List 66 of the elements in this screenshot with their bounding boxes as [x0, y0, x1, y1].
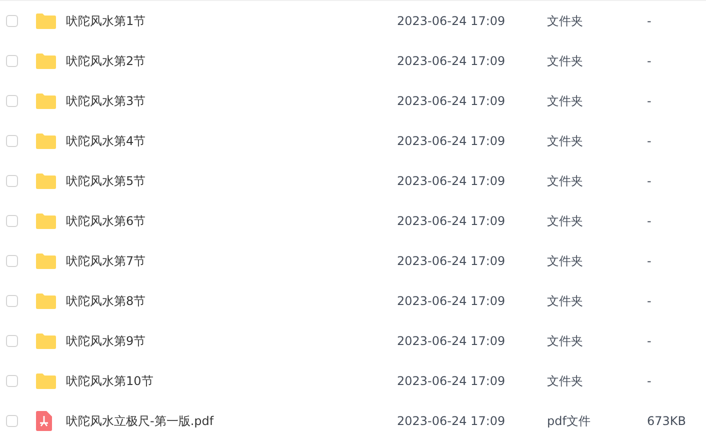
modified-time: 2023-06-24 17:09 [397, 294, 506, 308]
modified-time: 2023-06-24 17:09 [397, 54, 506, 68]
file-type: 文件夹 [547, 372, 583, 390]
folder-icon [36, 333, 56, 349]
file-name[interactable]: 吠陀风水第10节 [66, 372, 154, 390]
checkbox[interactable] [6, 175, 18, 187]
modified-time: 2023-06-24 17:09 [397, 134, 506, 148]
modified-time: 2023-06-24 17:09 [397, 174, 506, 188]
file-name[interactable]: 吠陀风水第8节 [66, 292, 146, 310]
modified-time: 2023-06-24 17:09 [397, 214, 506, 228]
checkbox[interactable] [6, 15, 18, 27]
file-type: pdf文件 [547, 412, 590, 430]
folder-icon [36, 53, 56, 69]
file-size: - [647, 94, 652, 108]
folder-icon [36, 13, 56, 29]
modified-time: 2023-06-24 17:09 [397, 94, 506, 108]
file-name[interactable]: 吠陀风水第1节 [66, 12, 146, 30]
file-size: - [647, 134, 652, 148]
checkbox[interactable] [6, 415, 18, 427]
folder-icon [36, 253, 56, 269]
file-name[interactable]: 吠陀风水立极尺-第一版.pdf [66, 412, 214, 430]
folder-icon [36, 293, 56, 309]
checkbox[interactable] [6, 255, 18, 267]
file-size: - [647, 174, 652, 188]
modified-time: 2023-06-24 17:09 [397, 414, 506, 428]
file-size: 673KB [647, 414, 686, 428]
folder-icon [36, 213, 56, 229]
checkbox[interactable] [6, 55, 18, 67]
file-name[interactable]: 吠陀风水第6节 [66, 212, 146, 230]
file-size: - [647, 214, 652, 228]
folder-icon [36, 133, 56, 149]
file-size: - [647, 374, 652, 388]
checkbox[interactable] [6, 215, 18, 227]
checkbox[interactable] [6, 95, 18, 107]
file-name[interactable]: 吠陀风水第3节 [66, 92, 146, 110]
folder-icon [36, 373, 56, 389]
folder-icon [36, 173, 56, 189]
file-type: 文件夹 [547, 292, 583, 310]
pdf-icon [36, 411, 52, 431]
file-type: 文件夹 [547, 12, 583, 30]
file-size: - [647, 14, 652, 28]
file-size: - [647, 254, 652, 268]
file-size: - [647, 54, 652, 68]
file-type: 文件夹 [547, 212, 583, 230]
file-type: 文件夹 [547, 252, 583, 270]
file-type: 文件夹 [547, 132, 583, 150]
file-type: 文件夹 [547, 52, 583, 70]
folder-icon [36, 93, 56, 109]
file-name[interactable]: 吠陀风水第7节 [66, 252, 146, 270]
file-name[interactable]: 吠陀风水第2节 [66, 52, 146, 70]
file-name[interactable]: 吠陀风水第9节 [66, 332, 146, 350]
checkbox[interactable] [6, 295, 18, 307]
file-name[interactable]: 吠陀风水第5节 [66, 172, 146, 190]
checkbox[interactable] [6, 135, 18, 147]
file-size: - [647, 294, 652, 308]
file-type: 文件夹 [547, 332, 583, 350]
modified-time: 2023-06-24 17:09 [397, 374, 506, 388]
modified-time: 2023-06-24 17:09 [397, 14, 506, 28]
file-type: 文件夹 [547, 172, 583, 190]
file-size: - [647, 334, 652, 348]
checkbox[interactable] [6, 335, 18, 347]
file-name[interactable]: 吠陀风水第4节 [66, 132, 146, 150]
file-type: 文件夹 [547, 92, 583, 110]
checkbox[interactable] [6, 375, 18, 387]
modified-time: 2023-06-24 17:09 [397, 334, 506, 348]
modified-time: 2023-06-24 17:09 [397, 254, 506, 268]
